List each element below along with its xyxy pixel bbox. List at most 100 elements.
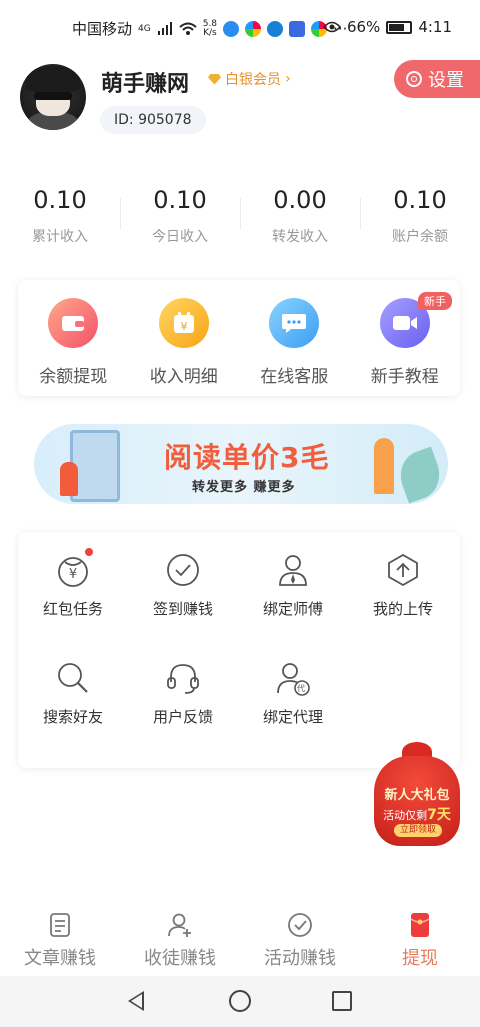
headset-icon bbox=[165, 660, 201, 696]
banner-subtitle: 转发更多 赚更多 bbox=[192, 480, 296, 495]
grid-item-checkin[interactable]: 签到赚钱 bbox=[128, 552, 238, 619]
membership-label: 白银会员 bbox=[225, 72, 281, 88]
leaf-illustration bbox=[393, 446, 447, 504]
tab-label: 活动赚钱 bbox=[264, 948, 336, 969]
person-tie-icon bbox=[275, 552, 311, 588]
stat-today-income[interactable]: 0.10 今日收入 bbox=[120, 180, 240, 260]
network-speed: 5.8 K/s bbox=[202, 18, 218, 38]
grid-item-label: 绑定代理 bbox=[262, 708, 323, 726]
app-notification-icon bbox=[245, 20, 262, 37]
stat-total-income[interactable]: 0.10 累计收入 bbox=[0, 180, 120, 260]
feature-grid: ¥ 红包任务 签到赚钱 绑定师傅 我的上传 搜索好友 用户反馈 代 绑定代理 bbox=[18, 532, 460, 768]
red-envelope-icon bbox=[407, 912, 433, 938]
quick-action-label: 新手教程 bbox=[370, 367, 439, 387]
article-icon bbox=[47, 912, 73, 938]
gift-claim-button[interactable]: 立即领取 bbox=[394, 824, 442, 837]
app-notification-icon bbox=[289, 20, 306, 37]
username: 萌手赚网 bbox=[101, 72, 190, 97]
stat-label: 今日收入 bbox=[152, 229, 208, 245]
person-illustration bbox=[374, 438, 394, 494]
agent-mark: 代 bbox=[297, 684, 305, 693]
stat-account-balance[interactable]: 0.10 账户余额 bbox=[360, 180, 480, 260]
grid-item-my-uploads[interactable]: 我的上传 bbox=[348, 552, 458, 619]
quick-action-withdraw[interactable]: 余额提现 bbox=[18, 280, 129, 396]
eye-comfort-icon bbox=[322, 21, 341, 33]
gift-countdown: 活动仅剩7天 bbox=[383, 807, 451, 823]
grid-item-bind-agent[interactable]: 代 绑定代理 bbox=[238, 660, 348, 727]
clock: 4:11 bbox=[418, 18, 452, 36]
new-badge: 新手 bbox=[418, 292, 452, 310]
grid-item-label: 红包任务 bbox=[42, 600, 103, 618]
tab-label: 文章赚钱 bbox=[24, 948, 96, 969]
network-label: 4G bbox=[138, 23, 151, 34]
svg-text:¥: ¥ bbox=[180, 320, 187, 333]
quick-action-label: 收入明细 bbox=[149, 367, 218, 387]
stat-value: 0.10 bbox=[33, 186, 87, 214]
back-icon[interactable] bbox=[128, 991, 144, 1011]
gear-icon bbox=[406, 71, 422, 87]
grid-item-label: 用户反馈 bbox=[152, 708, 213, 726]
quick-action-tutorial[interactable]: 新手 新手教程 bbox=[350, 280, 461, 396]
stat-label: 账户余额 bbox=[392, 229, 448, 245]
earnings-stats: 0.10 累计收入 0.10 今日收入 0.00 转发收入 0.10 账户余额 bbox=[0, 180, 480, 260]
grid-item-bind-master[interactable]: 绑定师傅 bbox=[238, 552, 348, 619]
person-illustration bbox=[60, 462, 78, 496]
battery-icon bbox=[386, 20, 413, 34]
quick-actions-card: 余额提现 ¥ 收入明细 在线客服 新手 新手教程 bbox=[18, 280, 460, 396]
diamond-icon bbox=[208, 73, 221, 85]
chat-bubble-icon bbox=[269, 298, 320, 348]
check-circle-icon bbox=[287, 912, 313, 938]
new-user-gift-float[interactable]: 新人大礼包 活动仅剩7天 立即领取 bbox=[372, 742, 462, 848]
grid-item-feedback[interactable]: 用户反馈 bbox=[128, 660, 238, 727]
membership-badge[interactable]: 白银会员 › bbox=[208, 69, 291, 89]
add-person-icon bbox=[167, 912, 193, 938]
stat-value: 0.10 bbox=[153, 186, 207, 214]
person-agent-icon: 代 bbox=[275, 660, 311, 696]
user-id: ID: 905078 bbox=[100, 106, 206, 134]
avatar[interactable] bbox=[20, 64, 86, 130]
tab-activity-earn[interactable]: 活动赚钱 bbox=[240, 904, 360, 976]
grid-item-search-friends[interactable]: 搜索好友 bbox=[18, 660, 128, 727]
check-clock-icon bbox=[165, 552, 201, 588]
quick-action-income-detail[interactable]: ¥ 收入明细 bbox=[129, 280, 240, 396]
quick-action-label: 在线客服 bbox=[260, 367, 329, 387]
promo-banner[interactable]: 阅读单价3毛 转发更多 赚更多 bbox=[34, 424, 448, 504]
quick-action-support[interactable]: 在线客服 bbox=[239, 280, 350, 396]
home-icon[interactable] bbox=[229, 990, 251, 1012]
stat-label: 转发收入 bbox=[272, 229, 328, 245]
banner-title: 阅读单价3毛 bbox=[164, 441, 330, 474]
stat-label: 累计收入 bbox=[32, 229, 88, 245]
app-notification-icon bbox=[223, 20, 240, 37]
gift-title: 新人大礼包 bbox=[384, 788, 450, 803]
app-notification-icon bbox=[267, 20, 284, 37]
tab-withdraw[interactable]: 提现 bbox=[360, 904, 480, 976]
red-packet-icon: ¥ bbox=[55, 548, 93, 588]
status-bar: 中国移动 4G 5.8 K/s ··· 66% 4:11 bbox=[0, 0, 480, 56]
system-navigation-bar bbox=[0, 976, 480, 1027]
chevron-right-icon: › bbox=[285, 71, 291, 87]
upload-icon bbox=[385, 552, 421, 588]
stat-value: 0.00 bbox=[273, 186, 327, 214]
grid-item-label: 我的上传 bbox=[372, 600, 433, 618]
calendar-yuan-icon: ¥ bbox=[158, 298, 209, 348]
battery-percent: 66% bbox=[346, 18, 381, 36]
signal-icon bbox=[157, 21, 172, 35]
wifi-icon bbox=[179, 22, 197, 35]
grid-item-label: 绑定师傅 bbox=[262, 600, 323, 618]
tab-article-earn[interactable]: 文章赚钱 bbox=[0, 904, 120, 976]
settings-label: 设置 bbox=[428, 70, 464, 91]
recent-apps-icon[interactable] bbox=[332, 991, 352, 1011]
stat-share-income[interactable]: 0.00 转发收入 bbox=[240, 180, 360, 260]
tab-label: 提现 bbox=[402, 948, 438, 969]
settings-button[interactable]: 设置 bbox=[394, 60, 480, 98]
grid-item-label: 签到赚钱 bbox=[152, 600, 213, 618]
grid-item-label: 搜索好友 bbox=[42, 708, 103, 726]
carrier-label: 中国移动 bbox=[72, 20, 133, 38]
wallet-icon bbox=[48, 298, 99, 348]
svg-text:¥: ¥ bbox=[69, 567, 77, 582]
grid-item-red-packet-task[interactable]: ¥ 红包任务 bbox=[18, 548, 128, 619]
tab-recruit-earn[interactable]: 收徒赚钱 bbox=[120, 904, 240, 976]
bottom-tab-bar: 文章赚钱 收徒赚钱 活动赚钱 提现 bbox=[0, 904, 480, 976]
quick-action-label: 余额提现 bbox=[39, 367, 108, 387]
search-icon bbox=[55, 660, 91, 696]
